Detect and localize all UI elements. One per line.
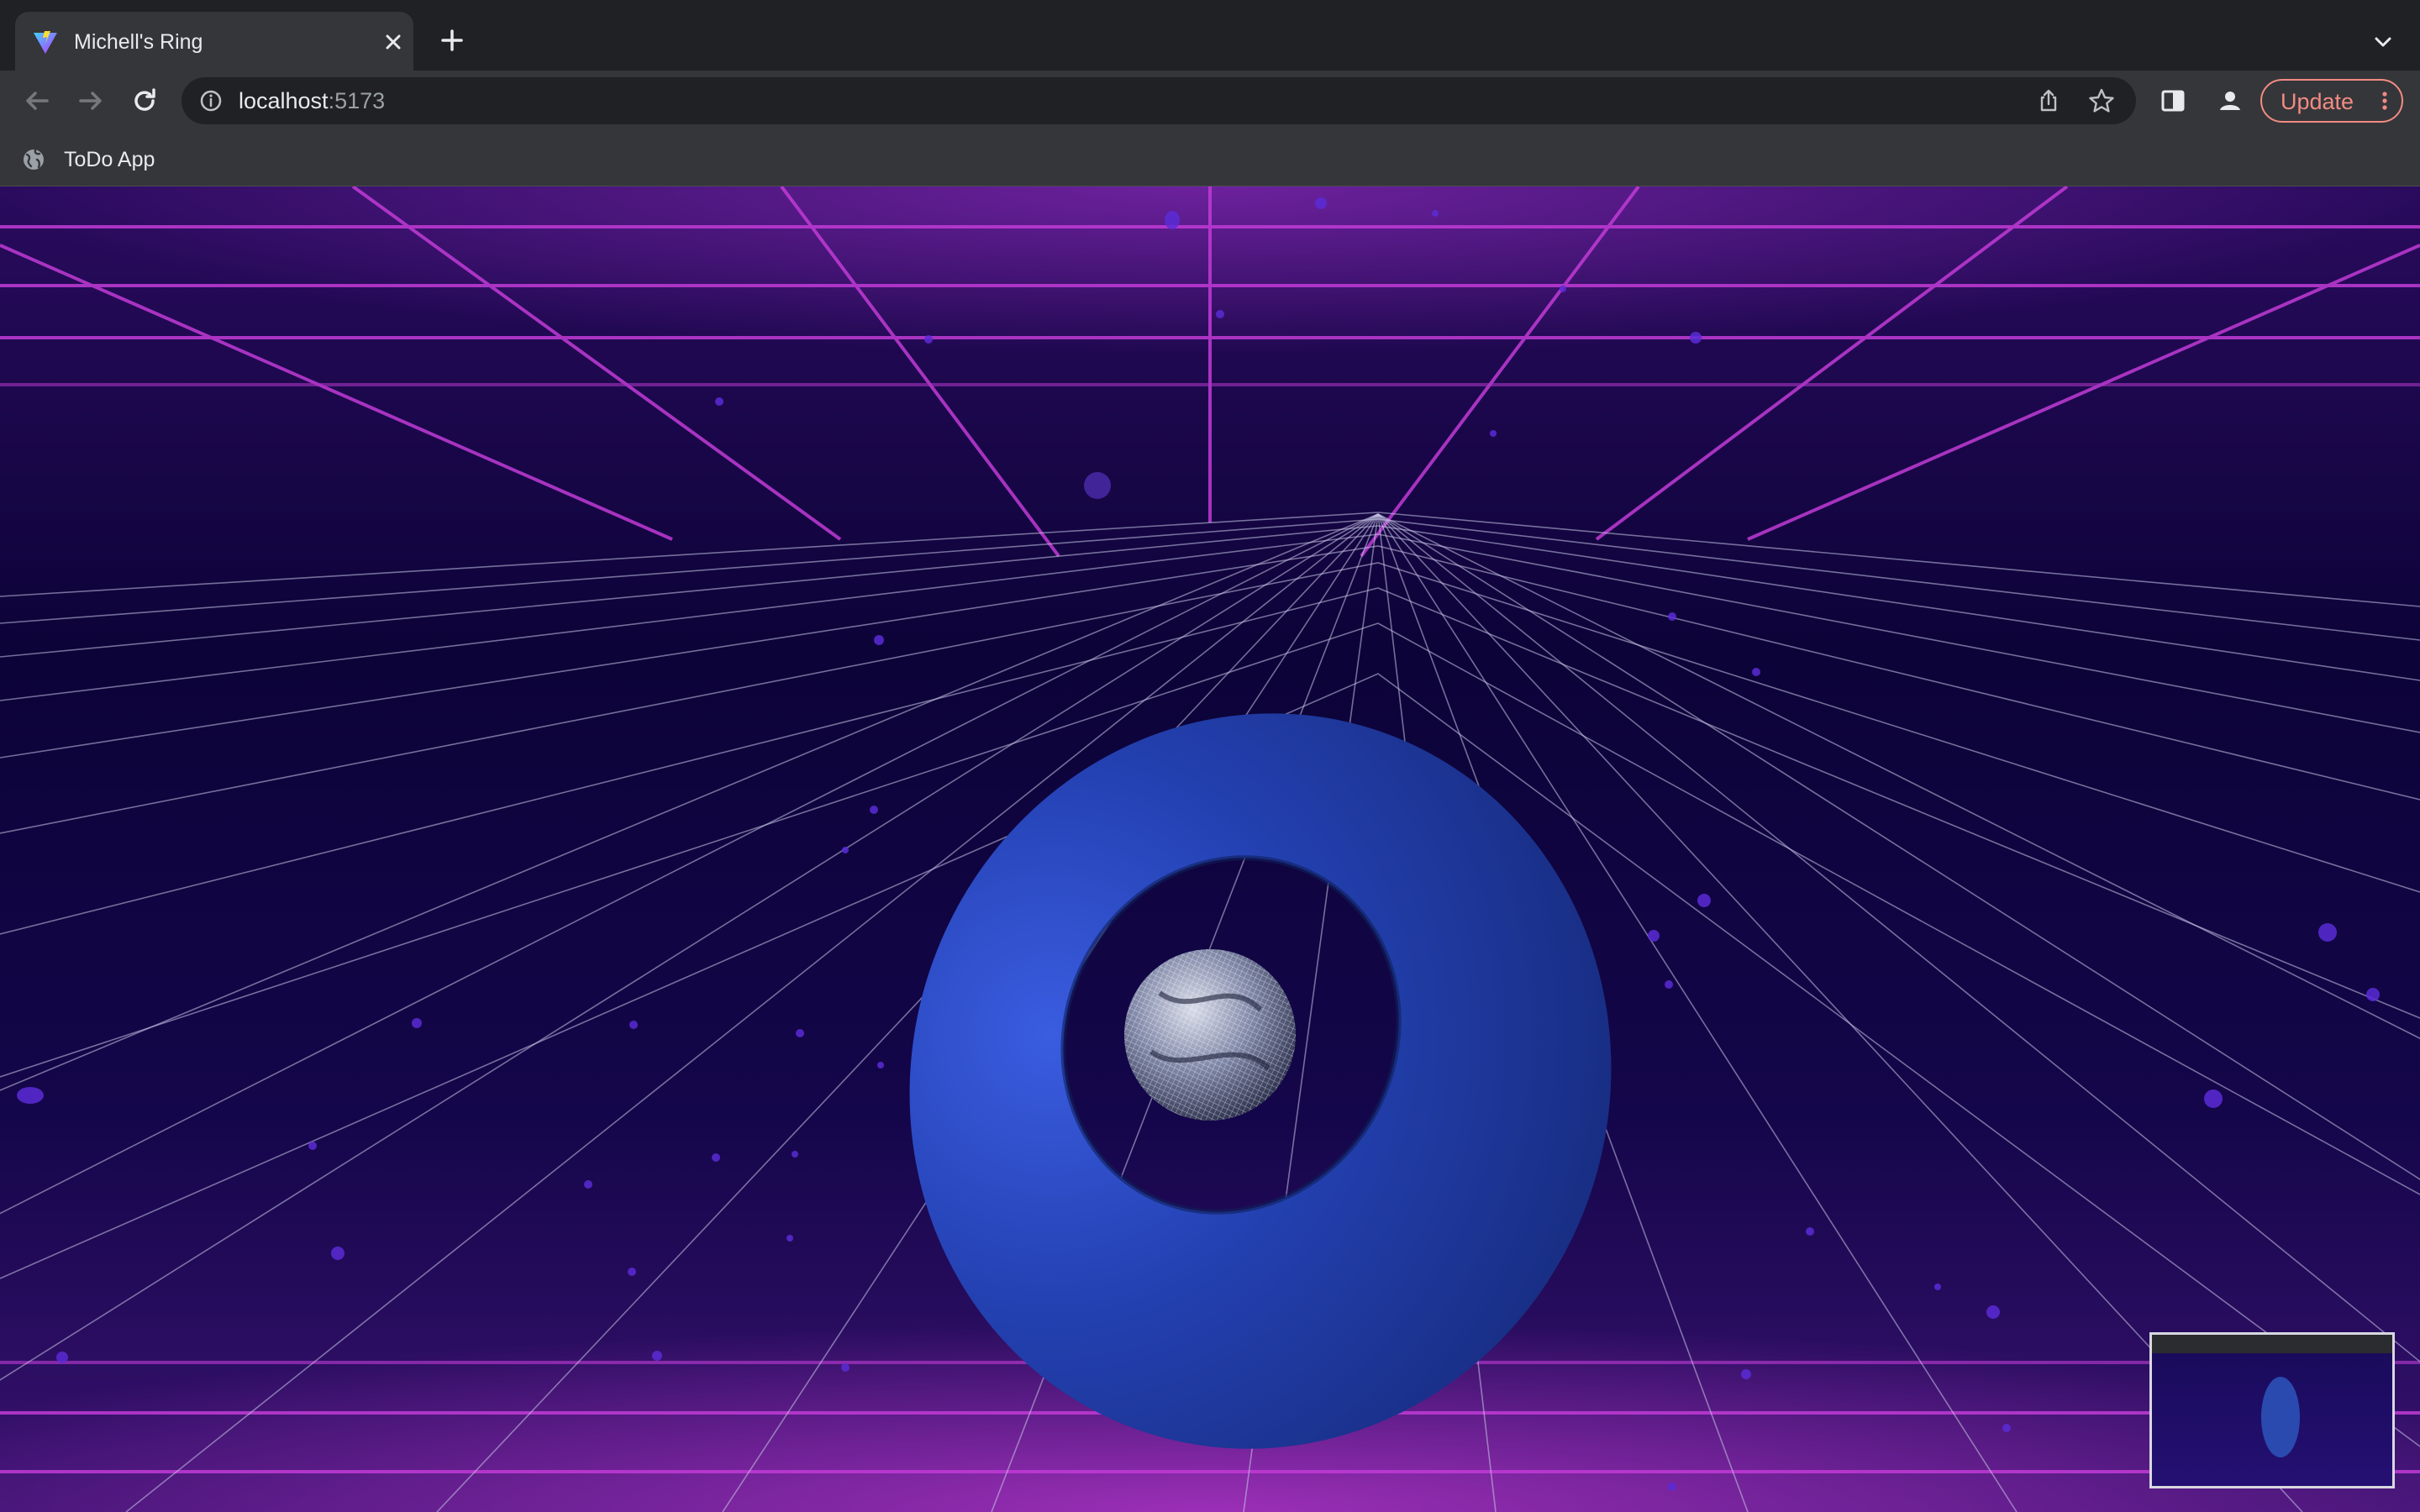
- url-host: localhost: [239, 88, 329, 113]
- share-icon[interactable]: [2035, 87, 2062, 114]
- url-port: :5173: [328, 88, 386, 113]
- webgl-canvas[interactable]: [0, 186, 2420, 1512]
- close-icon[interactable]: [378, 27, 408, 57]
- forward-icon[interactable]: [72, 82, 109, 119]
- bookmarks-bar: ToDo App: [0, 131, 2420, 186]
- tab-title: Michell's Ring: [74, 30, 203, 54]
- reload-icon[interactable]: [126, 82, 163, 119]
- tab-active[interactable]: Michell's Ring: [15, 12, 413, 71]
- star-icon[interactable]: [2087, 87, 2116, 115]
- address-bar[interactable]: localhost:5173: [182, 77, 2136, 124]
- new-tab-icon[interactable]: [437, 25, 467, 55]
- minimap-chrome: [2152, 1335, 2392, 1353]
- url-text: localhost:5173: [239, 87, 385, 114]
- globe-icon: [24, 149, 44, 170]
- minimap-ring: [2261, 1377, 2300, 1457]
- tab-search-icon[interactable]: [2368, 27, 2398, 57]
- minimap-thumbnail[interactable]: [2149, 1332, 2395, 1488]
- back-icon[interactable]: [18, 82, 55, 119]
- side-panel-icon[interactable]: [2158, 86, 2188, 116]
- vite-logo-icon: [34, 31, 57, 54]
- profile-icon[interactable]: [2213, 84, 2247, 118]
- toolbar: localhost:5173 Update: [0, 71, 2420, 131]
- more-vert-icon[interactable]: [2373, 89, 2396, 113]
- tab-strip: Michell's Ring: [0, 0, 2420, 71]
- scene-render: [0, 186, 2420, 1512]
- wireframe-sphere: [1124, 949, 1296, 1121]
- info-icon[interactable]: [198, 88, 224, 113]
- bookmark-label: ToDo App: [64, 148, 155, 171]
- update-label: Update: [2281, 89, 2354, 114]
- update-button[interactable]: Update: [2260, 79, 2403, 123]
